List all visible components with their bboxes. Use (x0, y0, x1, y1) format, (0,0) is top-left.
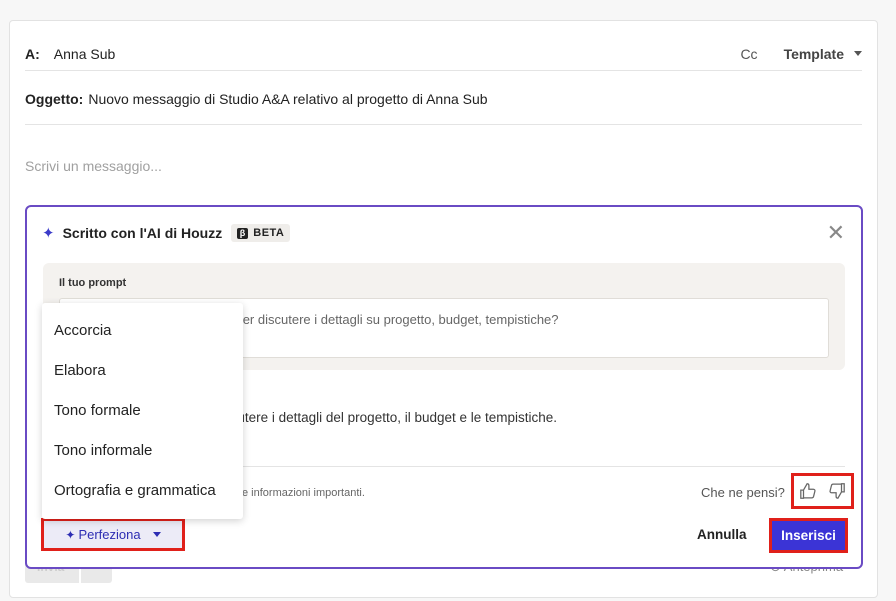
to-label: A: (25, 45, 40, 62)
sparkle-icon: ✦ (42, 225, 55, 242)
beta-badge: β BETA (231, 224, 291, 242)
feedback-buttons (791, 473, 854, 509)
template-dropdown[interactable]: Template (784, 46, 862, 62)
recipient-row: A: Anna Sub Cc Template (25, 37, 862, 71)
chevron-down-icon (854, 51, 862, 56)
close-icon[interactable]: ✕ (827, 222, 845, 244)
subject-value[interactable]: Nuovo messaggio di Studio A&A relativo a… (88, 91, 487, 107)
beta-badge-label: BETA (253, 227, 285, 239)
menu-item-shorten[interactable]: Accorcia (54, 322, 112, 339)
prompt-label: Il tuo prompt (59, 277, 127, 289)
menu-item-formal-tone[interactable]: Tono formale (54, 402, 141, 419)
thumbs-up-icon[interactable] (799, 482, 817, 500)
refine-button[interactable]: ✦ Perfeziona (41, 518, 185, 551)
refine-menu: Accorcia Elabora Tono formale Tono infor… (42, 303, 243, 519)
ai-disclaimer: e informazioni importanti. (242, 487, 365, 499)
cancel-button[interactable]: Annulla (697, 527, 747, 542)
feedback-label: Che ne pensi? (701, 485, 785, 500)
insert-button[interactable]: Inserisci (769, 518, 848, 553)
ai-panel-title: Scritto con l'AI di Houzz (62, 225, 223, 241)
header-tools: Cc Template (740, 46, 862, 62)
ai-panel-header: ✦ Scritto con l'AI di Houzz β BETA (42, 224, 291, 242)
menu-item-spelling-grammar[interactable]: Ortografia e grammatica (54, 482, 216, 499)
subject-label: Oggetto: (25, 90, 84, 107)
subject-row: Oggetto: Nuovo messaggio di Studio A&A r… (25, 73, 862, 125)
cc-button[interactable]: Cc (740, 46, 757, 62)
chevron-down-icon (152, 532, 161, 537)
template-label: Template (783, 45, 844, 62)
thumbs-down-icon[interactable] (828, 482, 846, 500)
recipient-value[interactable]: Anna Sub (54, 46, 116, 62)
menu-item-elaborate[interactable]: Elabora (54, 362, 106, 379)
menu-item-informal-tone[interactable]: Tono informale (54, 442, 152, 459)
beta-icon: β (237, 227, 249, 239)
message-input[interactable]: Scrivi un messaggio... (25, 158, 162, 174)
refine-label: Perfeziona (78, 527, 141, 542)
sparkle-icon: ✦ (65, 527, 76, 542)
